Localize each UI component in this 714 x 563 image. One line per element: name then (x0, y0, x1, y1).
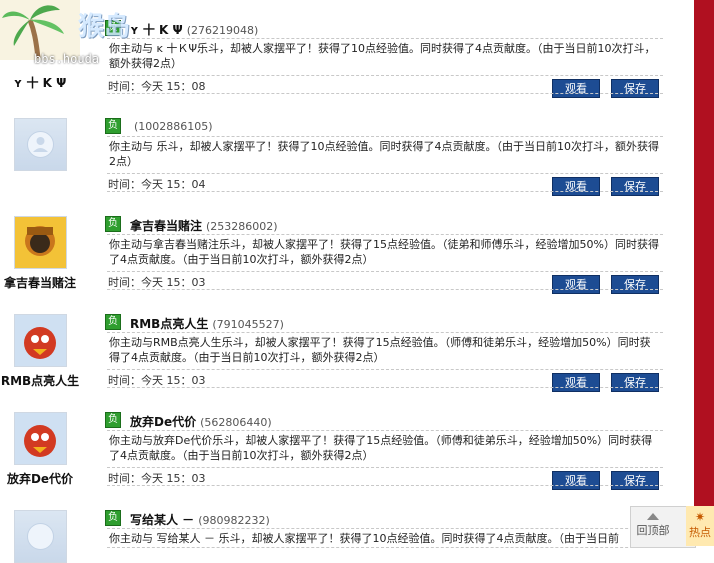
fight-record: 放弃De代价 负 放弃De代价 (562806440) 你主动与放弃De代价乐斗，… (0, 412, 690, 510)
bird-avatar-icon (15, 413, 66, 464)
hot-label: 热点 (689, 526, 711, 539)
avatar[interactable] (14, 314, 67, 367)
row-divider (107, 289, 663, 290)
fight-record: 拿吉春当赌注 负 拿吉春当赌注 (253286002) 你主动与拿吉春当赌注乐斗，… (0, 216, 690, 314)
default-avatar[interactable] (14, 118, 67, 171)
fight-message: 你主动与 ᴋ 十ＫΨ乐斗，却被人家摆平了！获得了10点经验值。同时获得了4点贡献… (107, 38, 663, 76)
watermark-logo-text: 猴岛 (78, 12, 131, 42)
warrior-avatar-icon (15, 217, 66, 268)
watch-button[interactable]: 观看 (552, 471, 600, 490)
fight-message: 你主动与 写给某人 － 乐斗，却被人家摆平了！获得了10点经验值。同时获得了4点… (107, 528, 663, 548)
fight-icon: 负 (105, 118, 121, 134)
fight-icon: 负 (105, 216, 121, 232)
hot-topics-button[interactable]: ✷ 热点 (686, 506, 714, 546)
opponent-uid: (791045527) (212, 318, 284, 331)
opponent-name[interactable]: 拿吉春当赌注 (253286002) (130, 217, 278, 234)
watermark-url: bbs.houda (34, 52, 100, 66)
watch-button[interactable]: 观看 (552, 275, 600, 294)
opponent-uid: (253286002) (206, 220, 278, 233)
fight-time: 时间：今天 15：03 (108, 472, 206, 485)
avatar-name[interactable]: RMB点亮人生 (0, 372, 80, 389)
fight-record: 负 (1002886105) 你主动与 乐斗，却被人家摆平了！获得了10点经验值… (0, 118, 690, 216)
fight-time: 时间：今天 15：04 (108, 178, 206, 191)
row-divider (107, 93, 663, 94)
user-silhouette-icon (27, 523, 54, 550)
avatar-name[interactable]: 放弃De代价 (0, 470, 80, 487)
site-watermark: 猴岛 bbs.houda (0, 0, 152, 72)
bird-avatar-icon (15, 315, 66, 366)
opponent-name[interactable]: RMB点亮人生 (791045527) (130, 315, 284, 332)
save-button[interactable]: 保存 (611, 177, 659, 196)
user-silhouette-icon (27, 131, 54, 158)
fight-time: 时间：今天 15：03 (108, 374, 206, 387)
sparkle-icon: ✷ (694, 510, 706, 524)
row-divider (107, 387, 663, 388)
avatar[interactable] (14, 412, 67, 465)
avatar-name[interactable]: 拿吉春当赌注 (0, 274, 80, 291)
avatar[interactable] (14, 216, 67, 269)
fight-message: 你主动与拿吉春当赌注乐斗，却被人家摆平了！获得了15点经验值。（徒弟和师傅乐斗，… (107, 234, 663, 272)
watch-button[interactable]: 观看 (552, 373, 600, 392)
fight-icon: 负 (105, 412, 121, 428)
save-button[interactable]: 保存 (611, 471, 659, 490)
back-to-top-button[interactable]: 回顶部 (633, 507, 673, 547)
save-button[interactable]: 保存 (611, 373, 659, 392)
default-avatar[interactable] (14, 510, 67, 563)
palm-logo-icon (0, 0, 80, 60)
save-button[interactable]: 保存 (611, 275, 659, 294)
arrow-up-icon (647, 513, 659, 520)
save-button[interactable]: 保存 (611, 79, 659, 98)
fight-record: 负 写给某人 － (980982232) 你主动与 写给某人 － 乐斗，却被人家摆… (0, 510, 690, 563)
watch-button[interactable]: 观看 (552, 177, 600, 196)
fight-message: 你主动与放弃De代价乐斗，却被人家摆平了！获得了15点经验值。（师傅和徒弟乐斗，… (107, 430, 663, 468)
opponent-uid: (980982232) (198, 514, 270, 527)
fight-time: 时间：今天 15：03 (108, 276, 206, 289)
row-divider (107, 485, 663, 486)
opponent-name[interactable]: 写给某人 － (980982232) (130, 511, 270, 528)
fight-time: 时间：今天 15：08 (108, 80, 206, 93)
opponent-uid: (276219048) (186, 24, 259, 37)
opponent-name[interactable]: (1002886105) (130, 119, 213, 133)
back-to-top-label: 回顶部 (636, 524, 670, 537)
avatar-name[interactable]: ʏ 十 K Ψ (0, 74, 80, 91)
opponent-name[interactable]: 放弃De代价 (562806440) (130, 413, 272, 430)
right-red-bar (694, 0, 714, 546)
fight-icon: 负 (105, 314, 121, 330)
fight-message: 你主动与 乐斗，却被人家摆平了！获得了10点经验值。同时获得了4点贡献度。（由于… (107, 136, 663, 174)
row-divider (107, 191, 663, 192)
watch-button[interactable]: 观看 (552, 79, 600, 98)
opponent-uid: (562806440) (200, 416, 272, 429)
opponent-uid: (1002886105) (134, 120, 213, 133)
fight-icon: 负 (105, 510, 121, 526)
fight-message: 你主动与RMB点亮人生乐斗，却被人家摆平了！获得了15点经验值。（师傅和徒弟乐斗… (107, 332, 663, 370)
fight-record: RMB点亮人生 负 RMB点亮人生 (791045527) 你主动与RMB点亮人生… (0, 314, 690, 412)
